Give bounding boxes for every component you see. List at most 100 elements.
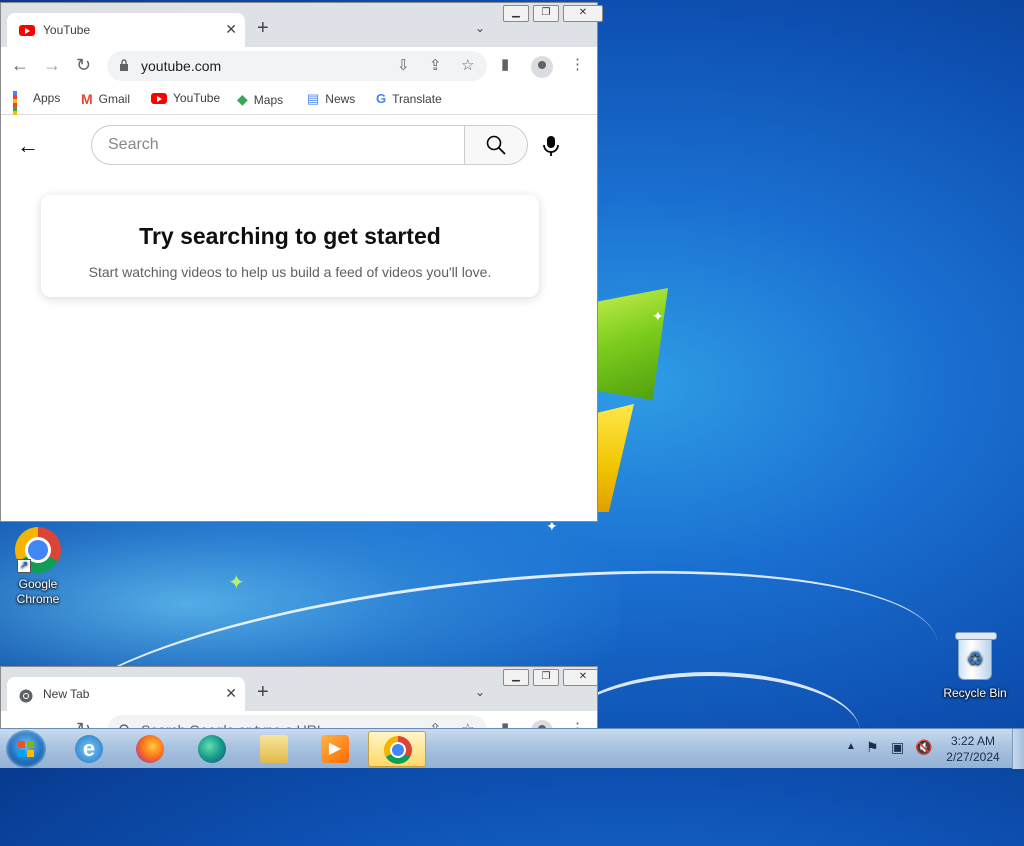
tab-title: New Tab (43, 687, 90, 701)
media-player-icon: ▶ (321, 735, 349, 763)
search-input[interactable]: Search (91, 125, 465, 165)
forward-arrow-icon[interactable]: → (43, 55, 61, 76)
youtube-icon (151, 92, 167, 104)
taskbar-edge[interactable] (183, 731, 241, 767)
bookmark-gmail[interactable]: M Gmail (81, 91, 130, 107)
desktop-icon-google-chrome[interactable]: ↗ Google Chrome (3, 527, 73, 607)
address-bar[interactable]: youtube.com ⇩ ⇪ ☆ (107, 51, 487, 81)
close-window-button[interactable]: ✕ (563, 669, 597, 686)
install-app-icon[interactable]: ⇩ (397, 56, 410, 74)
firefox-icon (136, 735, 164, 763)
search-button[interactable] (464, 125, 528, 165)
new-tab-button[interactable]: + (257, 681, 269, 704)
edge-icon (198, 735, 226, 763)
start-button[interactable] (6, 730, 46, 768)
clock-date: 2/27/2024 (946, 750, 1000, 764)
tab-title: YouTube (43, 23, 91, 37)
empty-feed-card: Try searching to get started Start watch… (41, 195, 539, 297)
browser-window-new-tab: New Tab ✕ + ⌄ ▁ ❐ ✕ ← → ↻ Search Google … (0, 666, 598, 730)
system-clock[interactable]: 3:22 AM 2/27/2024 (940, 733, 1006, 765)
more-menu-icon[interactable]: ⋮ (570, 55, 585, 73)
tab-strip: New Tab ✕ + ⌄ ▁ ❐ ✕ (1, 667, 597, 711)
gmail-icon: M (81, 91, 93, 107)
bookmark-news[interactable]: ▤ News (307, 91, 355, 107)
search-icon (486, 135, 506, 155)
bookmark-maps[interactable]: ◆ Maps (237, 91, 283, 108)
tab-new-tab[interactable]: New Tab ✕ (7, 677, 245, 711)
microphone-icon[interactable] (541, 135, 561, 157)
bookmark-label: Apps (33, 91, 61, 105)
back-arrow-icon[interactable]: ← (11, 55, 29, 76)
profile-avatar-icon[interactable] (531, 56, 553, 78)
restore-button[interactable]: ❐ (533, 669, 559, 686)
tab-search-chevron-icon[interactable]: ⌄ (475, 685, 485, 699)
tab-close-icon[interactable]: ✕ (225, 685, 237, 702)
desktop-icon-recycle-bin[interactable]: Recycle Bin (940, 632, 1010, 701)
tab-close-icon[interactable]: ✕ (225, 21, 237, 38)
taskbar: e ▶ ▲ ⚑ ▣ 🔇 3:22 AM 2/27/2024 (0, 728, 1024, 769)
window-controls: ▁ ❐ ✕ (499, 669, 597, 687)
desktop-icon-label: Chrome (16, 592, 60, 606)
card-heading: Try searching to get started (139, 223, 441, 249)
minimize-button[interactable]: ▁ (503, 669, 529, 686)
minimize-button[interactable]: ▁ (503, 5, 529, 22)
window-controls: ▁ ❐ ✕ (499, 5, 603, 23)
lock-icon (120, 59, 128, 71)
side-panel-icon[interactable]: ▮ (501, 55, 509, 73)
bookmark-label: Maps (253, 92, 284, 107)
taskbar-media-player[interactable]: ▶ (306, 731, 364, 767)
network-icon[interactable]: ▣ (891, 739, 904, 756)
bookmark-apps[interactable]: Apps (13, 91, 61, 127)
volume-muted-icon[interactable]: 🔇 (915, 739, 932, 756)
show-desktop-button[interactable] (1012, 729, 1024, 769)
shortcut-arrow-icon: ↗ (17, 559, 31, 573)
windows-logo-green-pane (598, 288, 668, 400)
taskbar-firefox[interactable] (121, 731, 179, 767)
windows-flag-icon (18, 741, 34, 757)
action-center-flag-icon[interactable]: ⚑ (866, 739, 879, 756)
maps-icon: ◆ (237, 91, 248, 107)
recycle-bin-icon (955, 632, 997, 680)
restore-button[interactable]: ❐ (533, 5, 559, 22)
youtube-page: ← Search Try searching to get started St… (1, 115, 597, 521)
tab-search-chevron-icon[interactable]: ⌄ (475, 21, 485, 35)
bookmark-label: YouTube (173, 91, 221, 105)
youtube-favicon-icon (19, 25, 35, 36)
taskbar-chrome[interactable] (368, 731, 426, 767)
bookmark-star-icon[interactable]: ☆ (461, 56, 474, 74)
bookmarks-bar: Apps M Gmail YouTube ◆ Maps ▤ News G Tra… (1, 85, 597, 127)
close-window-button[interactable]: ✕ (563, 5, 603, 22)
chrome-favicon-icon (19, 689, 33, 703)
news-icon: ▤ (307, 91, 320, 106)
apps-grid-icon (13, 91, 27, 127)
search-placeholder: Search (108, 136, 159, 153)
bookmark-label: Gmail (98, 92, 131, 106)
chrome-icon (384, 736, 412, 764)
bookmark-translate[interactable]: G Translate (376, 91, 442, 106)
sparkle-icon: ✦ (652, 308, 664, 324)
bookmark-label: News (325, 92, 356, 106)
reload-icon[interactable]: ↻ (76, 55, 91, 76)
internet-explorer-icon: e (75, 735, 103, 763)
card-subtext: Start watching videos to help us build a… (88, 264, 492, 280)
tab-strip: YouTube ✕ + ⌄ ▁ ❐ ✕ (1, 3, 603, 47)
share-icon[interactable]: ⇪ (429, 56, 442, 74)
bookmark-label: Translate (392, 91, 442, 106)
file-explorer-icon (260, 735, 288, 763)
new-tab-button[interactable]: + (257, 17, 269, 40)
taskbar-file-explorer[interactable] (245, 731, 303, 767)
translate-icon: G (376, 91, 387, 106)
taskbar-internet-explorer[interactable]: e (60, 731, 118, 767)
browser-toolbar: ← → ↻ youtube.com ⇩ ⇪ ☆ ▮ ⋮ (1, 47, 597, 85)
show-hidden-icons-chevron-icon[interactable]: ▲ (846, 741, 856, 752)
sparkle-icon: ✦ (228, 572, 245, 594)
tab-youtube[interactable]: YouTube ✕ (7, 13, 245, 47)
browser-window-youtube: YouTube ✕ + ⌄ ▁ ❐ ✕ ← → ↻ youtube.com ⇩ … (0, 2, 603, 522)
clock-time: 3:22 AM (950, 734, 996, 748)
desktop-icon-label: Recycle Bin (943, 686, 1007, 700)
back-arrow-icon[interactable]: ← (17, 133, 39, 159)
bookmark-youtube[interactable]: YouTube (151, 91, 220, 105)
windows-logo-yellow-pane (598, 404, 634, 512)
desktop-icon-label: Google (18, 577, 58, 591)
url-text: youtube.com (141, 58, 222, 74)
